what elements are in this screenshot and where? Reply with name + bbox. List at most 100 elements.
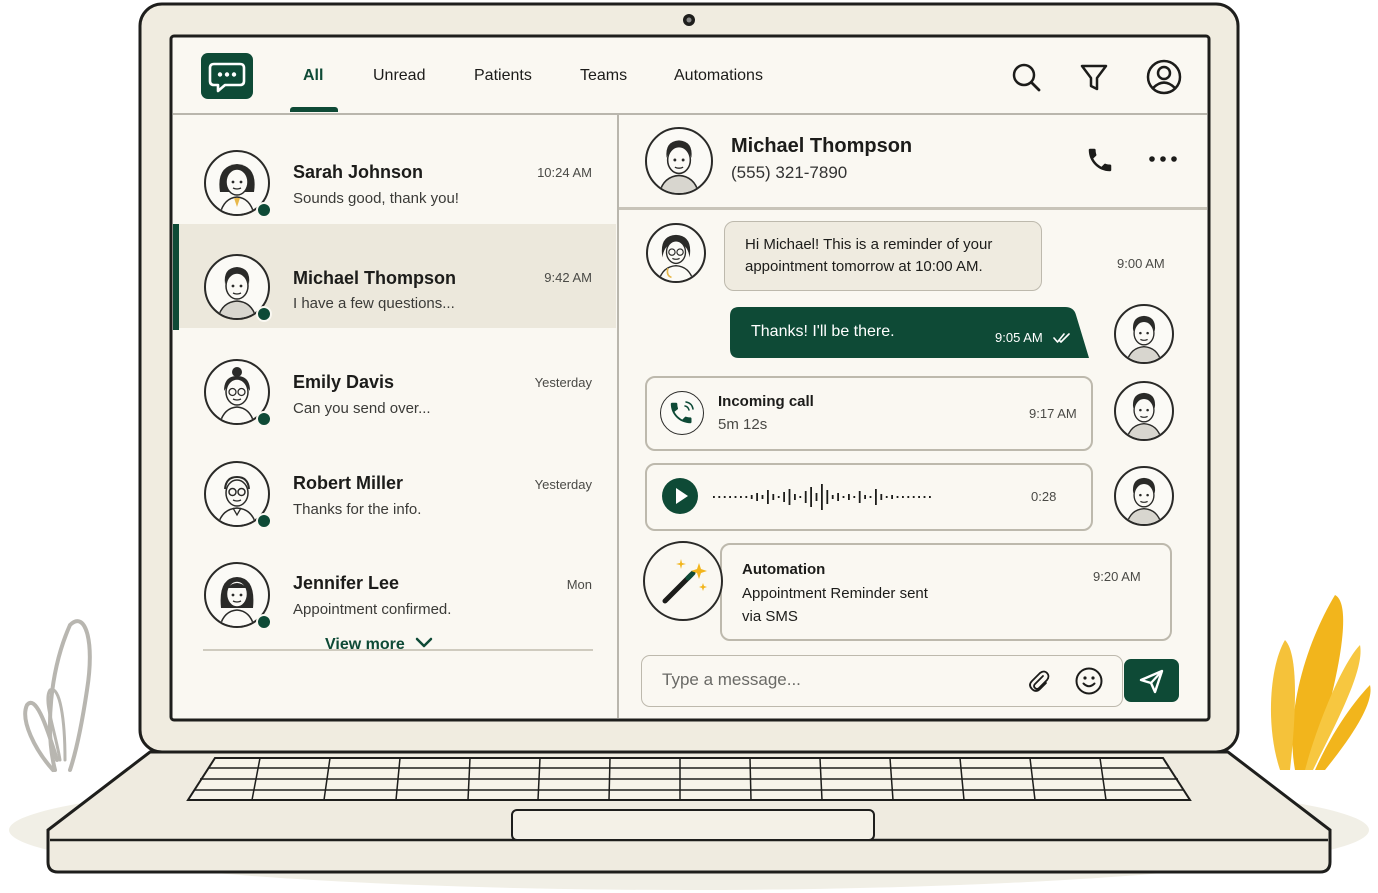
- message-composer: [641, 655, 1123, 707]
- conversation-preview: Appointment confirmed.: [293, 601, 452, 618]
- active-tab-indicator: [290, 107, 338, 112]
- online-status-dot: [256, 306, 272, 322]
- online-status-dot: [256, 513, 272, 529]
- waveform-bar: [826, 490, 829, 504]
- double-check-icon: [1053, 333, 1070, 343]
- waveform-bar: [891, 495, 893, 499]
- message-time: 9:00 AM: [1117, 256, 1165, 271]
- chat-header: Michael Thompson (555) 321-7890: [619, 115, 1207, 210]
- waveform-bar: [772, 494, 775, 500]
- waveform-bar: [912, 496, 915, 498]
- waveform-bar: [718, 496, 721, 498]
- conversation-item[interactable]: Jennifer Lee Appointment confirmed. Mon: [173, 534, 616, 638]
- waveform-bar: [815, 493, 818, 501]
- conversation-time: 10:24 AM: [537, 165, 592, 180]
- waveform-bar: [831, 495, 834, 499]
- waveform-bar: [929, 496, 931, 498]
- message-time: 9:05 AM: [995, 330, 1043, 345]
- send-button[interactable]: [1124, 659, 1179, 702]
- conversation-name: Sarah Johnson: [293, 162, 424, 182]
- tab-automations[interactable]: Automations: [674, 67, 763, 85]
- online-status-dot: [256, 411, 272, 427]
- waveform-bar: [777, 496, 780, 498]
- tab-all[interactable]: All: [303, 67, 323, 85]
- app-screen: All Unread Patients Teams Automations Sa…: [173, 38, 1207, 718]
- emoji-icon[interactable]: [1074, 666, 1104, 696]
- contact-avatar: [645, 127, 713, 195]
- search-icon[interactable]: [1009, 60, 1043, 94]
- waveform-bar: [723, 496, 726, 498]
- top-navigation-bar: All Unread Patients Teams Automations: [173, 38, 1207, 115]
- conversation-name: Robert Miller: [293, 473, 404, 493]
- chat-bubble-icon[interactable]: [201, 53, 253, 99]
- contact-avatar-small: [1114, 304, 1174, 364]
- conversation-time: Mon: [566, 577, 592, 592]
- phone-icon[interactable]: [1085, 145, 1115, 175]
- waveform-bar: [761, 495, 764, 499]
- paperclip-icon[interactable]: [1026, 668, 1052, 694]
- conversation-item[interactable]: Sarah Johnson Sounds good, thank you! 10…: [173, 118, 616, 222]
- waveform-bar: [885, 496, 888, 498]
- online-status-dot: [256, 202, 272, 218]
- online-status-dot: [256, 614, 272, 630]
- waveform-bar: [864, 495, 866, 499]
- automation-card: Automation Appointment Reminder sent via…: [720, 543, 1172, 641]
- waveform-bar: [745, 496, 748, 498]
- waveform-bar: [869, 496, 872, 498]
- more-options-icon[interactable]: [1147, 151, 1179, 167]
- waveform-bar: [875, 489, 877, 505]
- conversation-item[interactable]: Emily Davis Can you send over... Yesterd…: [173, 330, 616, 434]
- waveform-bar: [821, 484, 823, 510]
- contact-avatar-small: [1114, 466, 1174, 526]
- conversation-time: Yesterday: [534, 375, 592, 390]
- conversation-time: 9:42 AM: [544, 270, 592, 285]
- waveform-bar: [896, 496, 899, 498]
- conversation-list: Sarah Johnson Sounds good, thank you! 10…: [173, 115, 619, 718]
- contact-name: Michael Thompson: [731, 135, 913, 157]
- tab-teams[interactable]: Teams: [580, 67, 627, 85]
- conversation-preview: Sounds good, thank you!: [293, 190, 459, 207]
- waveform-bar: [810, 487, 812, 507]
- waveform-bar: [788, 489, 791, 505]
- waveform-bar: [750, 495, 753, 499]
- message-text: Hi Michael! This is a reminder of your: [745, 236, 993, 253]
- view-more-button[interactable]: View more: [325, 636, 433, 654]
- chevron-down-icon: [415, 637, 433, 648]
- automation-text: via SMS: [742, 608, 798, 625]
- waveform-bar: [734, 496, 737, 498]
- conversation-preview: I have a few questions...: [293, 295, 455, 312]
- waveform-bar: [918, 496, 920, 498]
- waveform-bar: [783, 492, 785, 502]
- waveform-bar: [907, 496, 910, 498]
- send-icon: [1139, 669, 1164, 694]
- tab-unread[interactable]: Unread: [373, 67, 425, 85]
- message-text: Thanks! I'll be there.: [751, 323, 895, 340]
- waveform-bar: [923, 496, 926, 498]
- play-icon[interactable]: [662, 478, 698, 514]
- conversation-preview: Can you send over...: [293, 400, 431, 417]
- staff-avatar: [646, 223, 706, 283]
- magic-wand-icon: [643, 541, 723, 621]
- waveform-bar: [853, 496, 856, 498]
- waveform-bar: [729, 496, 731, 498]
- waveform-bar: [713, 496, 715, 498]
- filter-icon[interactable]: [1077, 60, 1111, 94]
- message-time: 9:17 AM: [1029, 406, 1077, 421]
- phone-call-icon: [660, 391, 704, 435]
- call-log-card[interactable]: Incoming call 5m 12s 9:17 AM: [645, 376, 1093, 451]
- message-input[interactable]: [660, 669, 1014, 691]
- message-text: appointment tomorrow at 10:00 AM.: [745, 258, 983, 275]
- waveform-bar: [756, 493, 758, 501]
- conversation-item[interactable]: Michael Thompson I have a few questions.…: [173, 224, 616, 330]
- call-duration: 5m 12s: [718, 416, 768, 433]
- conversation-name: Emily Davis: [293, 372, 395, 392]
- user-account-icon[interactable]: [1144, 57, 1184, 97]
- call-title: Incoming call: [718, 393, 814, 410]
- tab-patients[interactable]: Patients: [474, 67, 532, 85]
- audio-waveform: [713, 484, 931, 510]
- message-time: 9:20 AM: [1093, 569, 1141, 584]
- waveform-bar: [902, 496, 904, 498]
- automation-title: Automation: [742, 561, 826, 578]
- waveform-bar: [880, 494, 883, 500]
- conversation-item[interactable]: Robert Miller Thanks for the info. Yeste…: [173, 433, 616, 537]
